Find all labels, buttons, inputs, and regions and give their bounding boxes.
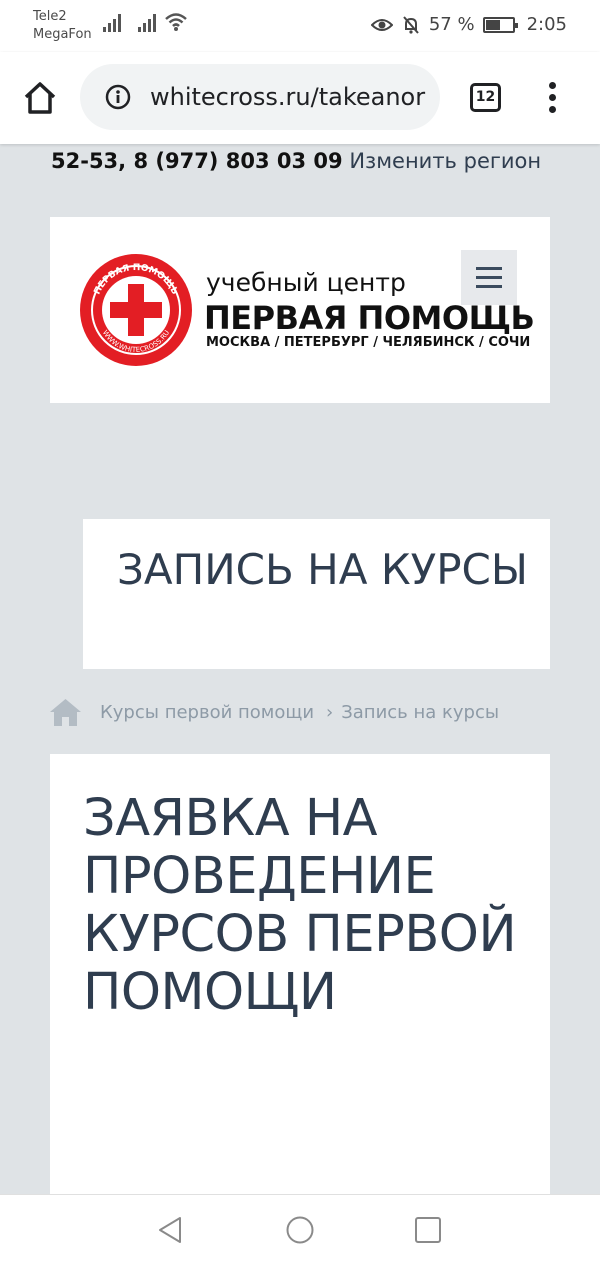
bell-off-icon [403,15,419,34]
breadcrumb-item-courses[interactable]: Курсы первой помощи [100,702,314,723]
signal-icon-2 [138,14,158,32]
breadcrumb: Курсы первой помощи › Запись на курсы [50,697,499,727]
main-heading: ЗАЯВКА НА ПРОВЕДЕНИЕ КУРСОВ ПЕРВОЙ ПОМОЩ… [83,789,517,1022]
tabs-button[interactable]: 12 [470,83,501,112]
breadcrumb-home-icon[interactable] [50,698,81,726]
url-text: whitecross.ru/takeanor [150,83,426,111]
phone-number[interactable]: 52-53, 8 (977) 803 03 09 [51,149,343,173]
menu-icon[interactable] [461,250,517,305]
page-title-card: ЗАПИСЬ НА КУРСЫ [83,519,550,669]
home-nav-icon[interactable] [285,1215,315,1245]
system-nav-bar [0,1194,600,1266]
status-bar: Tele2 MegaFon 57 % 2:05 [0,0,600,52]
browser-toolbar: whitecross.ru/takeanor 12 [0,52,600,144]
battery-percent: 57 % [428,14,475,35]
recents-icon[interactable] [413,1215,443,1245]
clock: 2:05 [526,14,567,35]
more-icon[interactable] [540,80,566,116]
breadcrumb-item-current: Запись на курсы [341,701,500,723]
logo-seal[interactable]: ПЕРВАЯ ПОМОЩЬ WWW.WHITECROSS.RU [78,252,194,368]
header-card: ПЕРВАЯ ПОМОЩЬ WWW.WHITECROSS.RU учебный … [50,217,550,403]
carriers: Tele2 MegaFon [33,8,92,44]
carrier-2: MegaFon [33,27,92,42]
back-icon[interactable] [156,1215,186,1245]
change-region-link[interactable]: Изменить регион [349,149,541,173]
carrier-1: Tele2 [33,9,67,24]
battery-icon [482,16,518,33]
signal-icon [103,14,123,32]
breadcrumb-separator-icon: › [326,701,334,723]
home-icon[interactable] [20,78,60,118]
logo-subtitle: учебный центр [206,268,406,297]
wifi-icon [165,13,187,31]
content-card: ЗАЯВКА НА ПРОВЕДЕНИЕ КУРСОВ ПЕРВОЙ ПОМОЩ… [50,754,550,1214]
page-title: ЗАПИСЬ НА КУРСЫ [117,545,528,594]
address-bar[interactable]: whitecross.ru/takeanor [80,64,440,130]
logo-cities: МОСКВА / ПЕТЕРБУРГ / ЧЕЛЯБИНСК / СОЧИ [206,335,531,350]
eye-icon [370,18,393,31]
contact-line: 52-53, 8 (977) 803 03 09 Изменить регион [51,149,541,173]
info-icon[interactable] [105,84,131,110]
